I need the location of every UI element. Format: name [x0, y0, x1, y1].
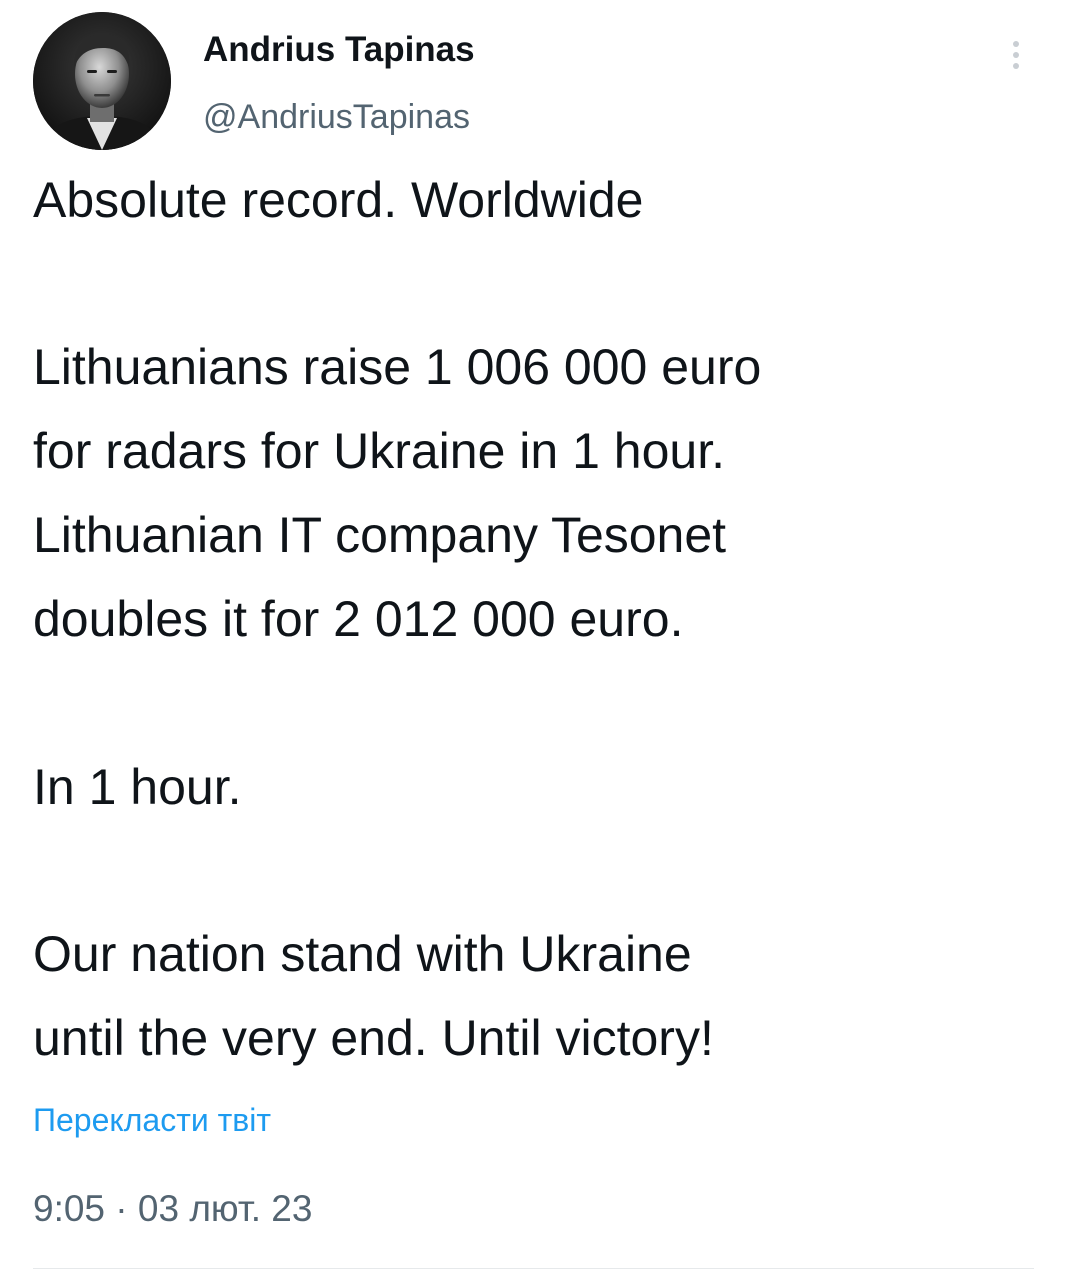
more-vertical-icon-dot	[1013, 63, 1019, 69]
avatar-portrait-icon	[33, 12, 171, 150]
translate-tweet-link[interactable]: Перекласти твіт	[33, 1102, 271, 1139]
author-name[interactable]: Andrius Tapinas	[203, 30, 475, 70]
tweet-text-line: for radars for Ukraine in 1 hour.	[33, 423, 725, 479]
tweet-text-line: Lithuanians raise 1 006 000 euro	[33, 339, 762, 395]
tweet-card: Andrius Tapinas @AndriusTapinas Absolute…	[0, 0, 1067, 1280]
more-options-button[interactable]	[1001, 35, 1031, 75]
divider	[33, 1268, 1034, 1269]
author-handle[interactable]: @AndriusTapinas	[203, 98, 470, 137]
tweet-timestamp[interactable]: 9:05 · 03 лют. 23	[33, 1188, 312, 1231]
more-vertical-icon-dot	[1013, 52, 1019, 58]
tweet-text-line: doubles it for 2 012 000 euro.	[33, 591, 684, 647]
tweet-text-line: In 1 hour.	[33, 759, 242, 815]
more-vertical-icon	[1013, 41, 1019, 47]
tweet-text-line: until the very end. Until victory!	[33, 1010, 714, 1066]
tweet-text-line: Our nation stand with Ukraine	[33, 926, 692, 982]
avatar[interactable]	[33, 12, 171, 150]
tweet-text-line: Lithuanian IT company Tesonet	[33, 507, 727, 563]
tweet-text-line: Absolute record. Worldwide	[33, 172, 644, 228]
